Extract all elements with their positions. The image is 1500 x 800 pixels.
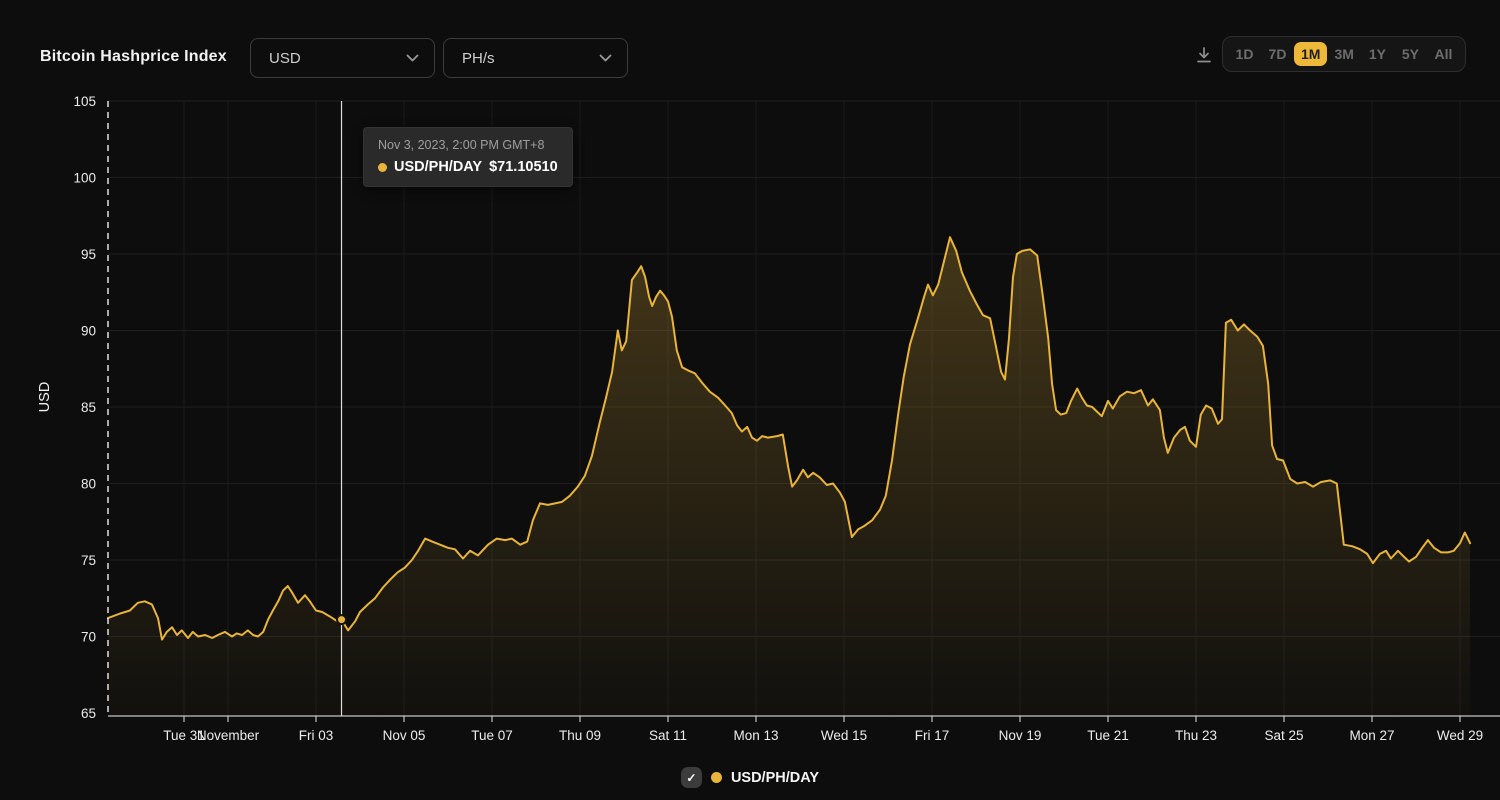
x-axis-label: Nov 05 xyxy=(383,728,426,743)
range-button-1d[interactable]: 1D xyxy=(1228,42,1261,67)
series-dot-icon xyxy=(378,163,387,172)
y-axis-title: USD xyxy=(37,382,53,413)
range-button-all[interactable]: All xyxy=(1427,42,1460,67)
tooltip-value: $71.10510 xyxy=(489,159,558,175)
chevron-down-icon xyxy=(406,54,419,62)
series-area xyxy=(108,237,1470,716)
y-axis-label: 90 xyxy=(81,324,96,339)
x-axis-label: Tue 07 xyxy=(471,728,513,743)
y-axis-label: 70 xyxy=(81,630,96,645)
y-axis-label: 75 xyxy=(81,553,96,568)
download-button[interactable] xyxy=(1191,42,1217,68)
x-axis-label: Thu 23 xyxy=(1175,728,1217,743)
legend-label: USD/PH/DAY xyxy=(731,770,819,786)
x-axis-label: Fri 17 xyxy=(915,728,950,743)
y-axis-label: 65 xyxy=(81,706,96,721)
x-axis-label: Nov 19 xyxy=(999,728,1042,743)
tooltip-timestamp: Nov 3, 2023, 2:00 PM GMT+8 xyxy=(378,138,558,152)
range-button-7d[interactable]: 7D xyxy=(1261,42,1294,67)
legend-item-usd-ph-day[interactable]: ✓ USD/PH/DAY xyxy=(0,767,1500,788)
range-button-1m[interactable]: 1M xyxy=(1294,42,1327,67)
page-title: Bitcoin Hashprice Index xyxy=(40,48,227,66)
tooltip-series-label: USD/PH/DAY xyxy=(394,159,482,175)
y-axis-label: 80 xyxy=(81,477,96,492)
y-axis-label: 105 xyxy=(73,94,96,109)
crosshair-dot xyxy=(337,615,346,624)
range-button-3m[interactable]: 3M xyxy=(1327,42,1360,67)
y-axis-label: 85 xyxy=(81,400,96,415)
x-axis-label: Wed 15 xyxy=(821,728,867,743)
y-axis-label: 100 xyxy=(73,171,96,186)
legend-checkbox[interactable]: ✓ xyxy=(681,767,702,788)
unit-dropdown-value: PH/s xyxy=(462,50,495,67)
range-button-1y[interactable]: 1Y xyxy=(1361,42,1394,67)
x-axis-label: Thu 09 xyxy=(559,728,601,743)
x-axis-label: Sat 11 xyxy=(649,728,687,743)
hashprice-chart[interactable]: 65 70 75 80 85 90 95 100 105 USD Tue 31November Fri… xyxy=(0,0,1500,800)
checkmark-icon: ✓ xyxy=(686,771,696,785)
download-icon xyxy=(1194,45,1214,65)
range-button-5y[interactable]: 5Y xyxy=(1394,42,1427,67)
x-axis-label: Mon 13 xyxy=(733,728,778,743)
x-axis-label: Mon 27 xyxy=(1349,728,1394,743)
y-axis-label: 95 xyxy=(81,247,96,262)
currency-dropdown[interactable]: USD xyxy=(250,38,435,78)
series-dot-icon xyxy=(711,772,722,783)
x-axis-label: Tue 21 xyxy=(1087,728,1129,743)
x-axis-label: Tue 31 xyxy=(163,728,205,743)
currency-dropdown-value: USD xyxy=(269,50,301,67)
chart-tooltip: Nov 3, 2023, 2:00 PM GMT+8 USD/PH/DAY $7… xyxy=(363,127,573,187)
chevron-down-icon xyxy=(599,54,612,62)
range-selector: 1D7D1M3M1Y5YAll xyxy=(1222,36,1466,72)
unit-dropdown[interactable]: PH/s xyxy=(443,38,628,78)
series-line xyxy=(108,237,1470,639)
x-axis-label: November xyxy=(197,728,260,743)
x-axis-label: Wed 29 xyxy=(1437,728,1483,743)
x-axis-label: Sat 25 xyxy=(1264,728,1303,743)
x-axis-label: Fri 03 xyxy=(299,728,334,743)
hashprice-dashboard: Bitcoin Hashprice Index USD PH/s 1D7D1M3… xyxy=(0,0,1500,800)
